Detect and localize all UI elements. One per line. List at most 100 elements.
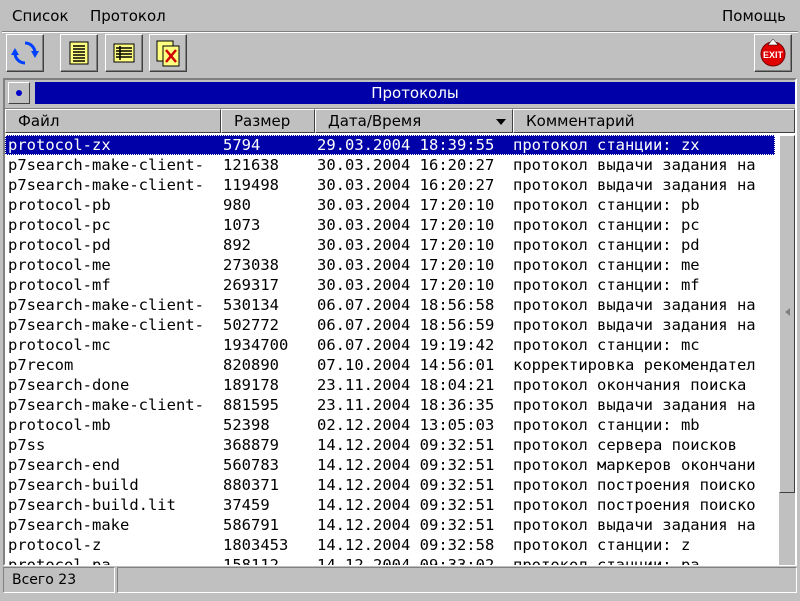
menu-help-label: Помощь [722,7,786,25]
table-row[interactable]: protocol-mb 52398 02.12.2004 13:05:03 прото… [5,415,775,435]
cell-file: protocol-pa [8,556,111,565]
cell-file: p7search-make [8,516,130,534]
cell-date: 14.12.2004 09:32:51 [317,516,495,534]
column-header-comment[interactable]: Комментарий [513,109,795,133]
cell-file: protocol-me [8,256,111,274]
column-comment-label: Комментарий [526,112,635,130]
cell-comment: протокол выдачи задания на [513,156,756,174]
list-icon [69,41,89,65]
cell-comment: протокол станции: pa [513,556,700,565]
menu-protocol[interactable]: Протокол [90,7,166,25]
cell-size: 121638 [223,156,279,174]
table-row[interactable]: protocol-pd 892 30.03.2004 17:20:10 протоко… [5,235,775,255]
table-row[interactable]: p7search-build 880371 14.12.2004 09:32:51 п… [5,475,775,495]
cell-date: 23.11.2004 18:04:21 [317,376,495,394]
refresh-button[interactable] [6,34,44,72]
refresh-icon [11,41,39,65]
exit-button[interactable]: EXIT [754,34,792,72]
panel-menu-button[interactable] [8,82,30,104]
cell-comment: протокол станции: mc [513,336,700,354]
table-row[interactable]: p7search-make-client- 881595 23.11.2004 18… [5,395,775,415]
table-row[interactable]: p7search-make-client- 121638 30.03.2004 16… [5,155,775,175]
table-row[interactable]: p7search-end 560783 14.12.2004 09:32:51 про… [5,455,775,475]
table-row[interactable]: protocol-mc 1934700 06.07.2004 19:19:42 про… [5,335,775,355]
list-header: Файл Размер Дата/Время Комментарий [5,109,795,133]
table-row[interactable]: protocol-pc 1073 30.03.2004 17:20:10 проток… [5,215,775,235]
table-row[interactable]: protocol-pa 158112 14.12.2004 09:33:02 прот… [5,555,775,565]
table-row[interactable]: protocol-z 1803453 14.12.2004 09:32:58 прот… [5,535,775,555]
cell-file: p7search-build.lit [8,496,176,514]
cell-comment: протокол выдачи задания на [513,296,756,314]
cell-date: 29.03.2004 18:39:55 [317,136,495,154]
cell-date: 14.12.2004 09:32:51 [317,456,495,474]
cell-size: 5794 [223,136,261,154]
table-row[interactable]: protocol-me 273038 30.03.2004 17:20:10 прот… [5,255,775,275]
table-row[interactable]: p7ss 368879 14.12.2004 09:32:51 протокол се… [5,435,775,455]
protocol-list[interactable]: Файл Размер Дата/Время Комментарий proto… [5,108,795,565]
grip-icon [785,308,790,316]
dot-icon [16,90,22,96]
delete-doc-icon [156,40,180,67]
cell-comment: протокол станции: mf [513,276,700,294]
cell-date: 02.12.2004 13:05:03 [317,416,495,434]
column-date-label: Дата/Время [328,112,422,130]
menu-protocol-label: Протокол [90,7,166,25]
cell-file: p7search-make-client- [8,296,204,314]
cell-date: 06.07.2004 18:56:58 [317,296,495,314]
cell-comment: протокол выдачи задания на [513,176,756,194]
table-icon [113,43,135,63]
cell-size: 502772 [223,316,279,334]
column-header-date[interactable]: Дата/Время [315,109,513,133]
cell-file: protocol-mc [8,336,111,354]
table-row[interactable]: p7search-done 189178 23.11.2004 18:04:21 пр… [5,375,775,395]
table-row[interactable]: p7search-make-client- 530134 06.07.2004 18… [5,295,775,315]
cell-comment: протокол построения поиско [513,496,756,514]
cell-size: 269317 [223,276,279,294]
cell-date: 23.11.2004 18:36:35 [317,396,495,414]
column-size-label: Размер [234,112,291,130]
table-row[interactable]: p7search-make-client- 502772 06.07.2004 18… [5,315,775,335]
cell-file: protocol-pd [8,236,111,254]
delete-button[interactable] [149,34,187,72]
table-row[interactable]: p7search-build.lit 37459 14.12.2004 09:32:… [5,495,775,515]
table-row[interactable]: protocol-pb 980 30.03.2004 17:20:10 протоко… [5,195,775,215]
cell-size: 880371 [223,476,279,494]
cell-comment: протокол станции: me [513,256,700,274]
cell-date: 14.12.2004 09:33:02 [317,556,495,565]
cell-date: 30.03.2004 16:20:27 [317,176,495,194]
cell-date: 14.12.2004 09:32:51 [317,476,495,494]
cell-date: 30.03.2004 17:20:10 [317,256,495,274]
sort-down-icon [496,119,506,125]
cell-size: 892 [223,236,251,254]
table-row[interactable]: p7recom 820890 07.10.2004 14:56:01 корректи… [5,355,775,375]
cell-date: 30.03.2004 17:20:10 [317,276,495,294]
menu-list[interactable]: Список [12,7,69,25]
cell-date: 06.07.2004 19:19:42 [317,336,495,354]
cell-file: protocol-pc [8,216,111,234]
scrollbar-thumb[interactable] [779,135,795,493]
table-row[interactable]: protocol-mf 269317 30.03.2004 17:20:10 прот… [5,275,775,295]
status-bar: Всего 23 [3,567,797,595]
vertical-scrollbar[interactable] [779,135,795,565]
table-row[interactable]: p7search-make 586791 14.12.2004 09:32:51 пр… [5,515,775,535]
table-row[interactable]: protocol-zx 5794 29.03.2004 18:39:55 проток… [5,135,775,155]
cell-file: protocol-mf [8,276,111,294]
column-header-file[interactable]: Файл [5,109,221,133]
table-row[interactable]: p7search-make-client- 119498 30.03.2004 16… [5,175,775,195]
table-view-button[interactable] [105,34,143,72]
panel-title: Протоколы [35,82,795,104]
cell-size: 1803453 [223,536,289,554]
cell-comment: протокол станции: pc [513,216,700,234]
cell-file: p7search-make-client- [8,316,204,334]
cell-date: 14.12.2004 09:32:51 [317,496,495,514]
column-header-size[interactable]: Размер [221,109,315,133]
cell-file: p7ss [8,436,46,454]
menu-help[interactable]: Помощь [722,7,786,25]
list-view-button[interactable] [60,34,98,72]
status-total: Всего 23 [3,567,115,593]
cell-comment: протокол выдачи задания на [513,396,756,414]
list-rows: protocol-zx 5794 29.03.2004 18:39:55 проток… [5,135,779,565]
cell-size: 560783 [223,456,279,474]
cell-comment: протокол станции: pb [513,196,700,214]
cell-size: 530134 [223,296,279,314]
